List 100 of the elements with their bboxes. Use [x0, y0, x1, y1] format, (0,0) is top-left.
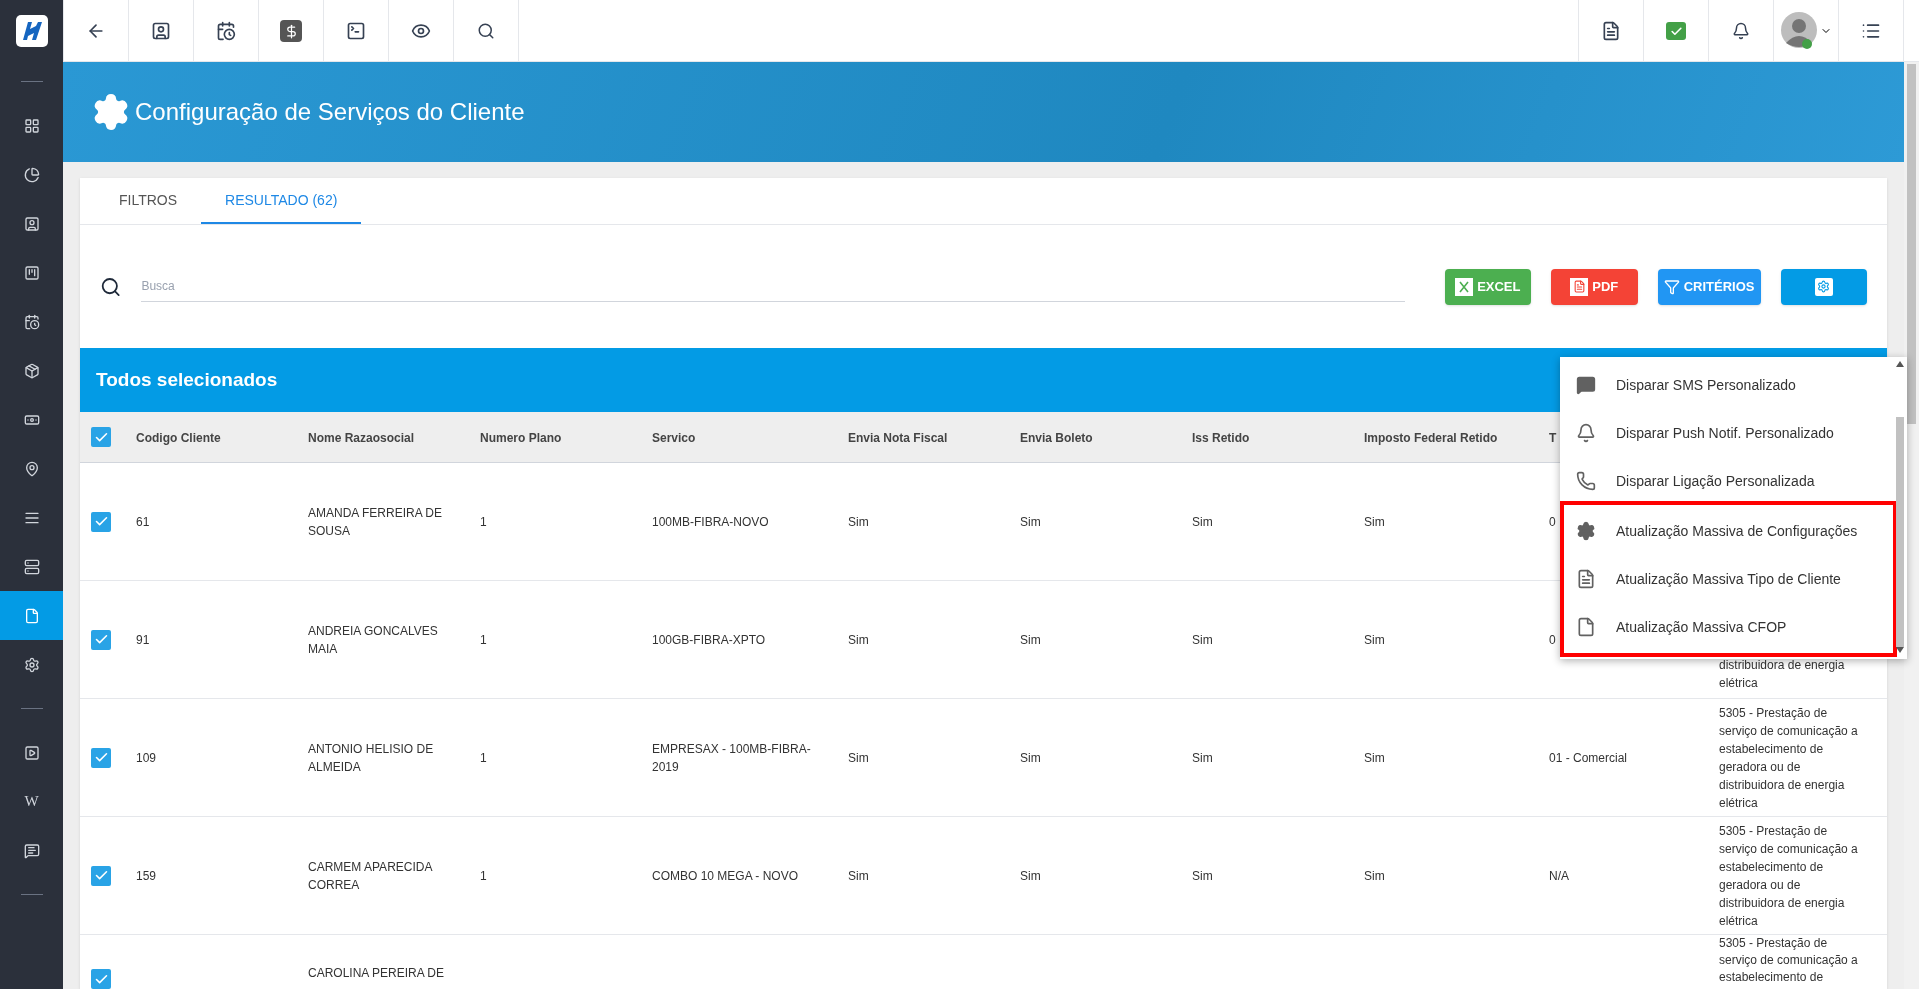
chat-icon: [23, 842, 40, 859]
menu-icon: [1861, 21, 1881, 41]
pdf-icon: [1570, 277, 1589, 296]
menu-item[interactable]: Atualização Massiva de Configurações: [1564, 507, 1893, 555]
bell-icon: [1576, 423, 1596, 443]
grid-icon: [23, 117, 40, 134]
table-cell-text: Sim: [848, 749, 869, 767]
table-cell-text: Sim: [1020, 867, 1041, 885]
column-header[interactable]: Nome Razaosocial: [308, 431, 415, 445]
table-cell-text: 91: [136, 631, 150, 649]
chat-check-icon: [1666, 22, 1686, 40]
table-cell-text: 5305 - Prestação de serviço de comunicação a estabelecimento de geradora ou de distribuidora de energia elétrica: [1719, 822, 1859, 930]
board-icon: [23, 264, 40, 281]
table-cell-text: 159: [136, 867, 157, 885]
search-icon: [100, 275, 122, 298]
table-cell-text: Sim: [848, 631, 869, 649]
search-field[interactable]: Busca: [141, 271, 1405, 302]
pdf-button[interactable]: PDF: [1551, 268, 1638, 305]
tab[interactable]: RESULTADO (62): [201, 178, 362, 224]
table-cell-text: distribuidora de energia elétrica: [1719, 657, 1846, 692]
table-cell-text: ANTONIO HELISIO DE ALMEIDA: [308, 740, 435, 776]
document-icon: [1576, 617, 1596, 637]
table-cell-text: N/A: [1549, 867, 1569, 885]
column-header[interactable]: Iss Retido: [1192, 431, 1250, 445]
note-icon: [1576, 569, 1596, 589]
avatar-icon: [1780, 11, 1818, 51]
document-icon: [23, 607, 40, 624]
settings-icon: [1576, 521, 1596, 541]
table-cell-text: Sim: [848, 513, 869, 531]
scroll-up-icon[interactable]: [1896, 361, 1904, 367]
tab[interactable]: FILTROS: [95, 178, 202, 224]
dollar-icon: [280, 20, 302, 42]
box-icon: [23, 362, 40, 379]
calendar-clock-icon: [23, 313, 40, 330]
table-cell-text: CAROLINA PEREIRA DE: [308, 965, 446, 982]
table-cell-text: Sim: [1192, 631, 1213, 649]
table-cell-text: Sim: [1364, 867, 1385, 885]
checkbox[interactable]: [91, 865, 111, 886]
table-cell-text: 5305 - Prestação de serviço de comunicação a estabelecimento de: [1719, 935, 1859, 986]
selection-title: Todos selecionados: [96, 367, 278, 392]
table-cell-text: 61: [136, 513, 150, 531]
pdf-file-icon: [1601, 21, 1621, 41]
table-cell-text: 100GB-FIBRA-XPTO: [652, 631, 766, 649]
table-cell-text: AMANDA FERREIRA DE SOUSA: [308, 504, 444, 540]
menu-item[interactable]: Disparar Ligação Personalizada: [1560, 457, 1893, 505]
table-cell-text: Sim: [1192, 513, 1213, 531]
table-cell-text: CARMEM APARECIDA CORREA: [308, 858, 434, 894]
table-cell-text: Sim: [1364, 513, 1385, 531]
sidebar-item[interactable]: W: [0, 777, 63, 826]
phone-icon: [1576, 471, 1596, 491]
table-cell-text: 1: [480, 513, 487, 531]
column-header[interactable]: Envia Boleto: [1020, 431, 1093, 445]
table-cell-text: 0: [1549, 513, 1556, 531]
map-pin-icon: [23, 460, 40, 477]
table-cell-text: Sim: [1364, 749, 1385, 767]
checkbox[interactable]: [91, 511, 111, 532]
checkbox[interactable]: [91, 629, 111, 650]
checkbox[interactable]: [91, 969, 111, 989]
menu-item[interactable]: Disparar SMS Personalizado: [1560, 361, 1893, 409]
table-cell-text: 1: [480, 749, 487, 767]
table-cell-text: Sim: [1192, 749, 1213, 767]
eye-icon: [411, 21, 431, 41]
checkbox[interactable]: [91, 747, 111, 768]
table-cell-text: 1: [480, 631, 487, 649]
table-cell-text: EMPRESAX - 100MB-FIBRA-2019: [652, 740, 812, 776]
calendar-clock-icon: [216, 21, 236, 41]
column-header[interactable]: Numero Plano: [480, 431, 562, 445]
column-header[interactable]: T: [1549, 431, 1557, 445]
page-title: Configuração de Serviços do Cliente: [135, 97, 525, 127]
filter-icon: [1663, 278, 1680, 295]
spreadsheet-icon: [1455, 277, 1474, 296]
table-cell-text: 0: [1549, 631, 1556, 649]
column-header[interactable]: Imposto Federal Retido: [1364, 431, 1498, 445]
table-cell-text: 1: [480, 867, 487, 885]
terminal-icon: [346, 21, 366, 41]
settings-button[interactable]: [1780, 268, 1867, 305]
column-header[interactable]: Codigo Cliente: [136, 431, 221, 445]
contact-icon: [23, 215, 40, 232]
menu-scrollbar[interactable]: [1893, 361, 1907, 653]
table-cell-text: COMBO 10 MEGA - NOVO: [652, 867, 799, 885]
menu-item[interactable]: Atualização Massiva CFOP: [1564, 603, 1893, 651]
bell-icon: [1732, 22, 1750, 40]
table-cell-text: 5305 - Prestação de serviço de comunicação a estabelecimento de geradora ou de distribuidora de energia elétrica: [1719, 704, 1859, 812]
contact-icon: [151, 21, 171, 41]
table-cell-text: Sim: [1192, 867, 1213, 885]
table-cell-text: 01 - Comercial: [1549, 749, 1628, 767]
menu-item[interactable]: Atualização Massiva Tipo de Cliente: [1564, 555, 1893, 603]
pie-chart-icon: [23, 166, 40, 183]
table-cell-text: ANDREIA GONCALVES MAIA: [308, 622, 439, 658]
settings-icon: [1814, 277, 1833, 296]
logo-icon: [15, 15, 48, 47]
table-cell-text: 100MB-FIBRA-NOVO: [652, 513, 769, 531]
table-cell-text: 109: [136, 749, 157, 767]
column-header[interactable]: Servico: [652, 431, 696, 445]
table-cell-text: Sim: [1020, 749, 1041, 767]
menu-item[interactable]: Disparar Push Notif. Personalizado: [1560, 409, 1893, 457]
checkbox[interactable]: [91, 427, 111, 447]
column-header[interactable]: Envia Nota Fiscal: [848, 431, 948, 445]
table-cell-text: Sim: [1020, 513, 1041, 531]
table-cell-text: Sim: [1020, 631, 1041, 649]
